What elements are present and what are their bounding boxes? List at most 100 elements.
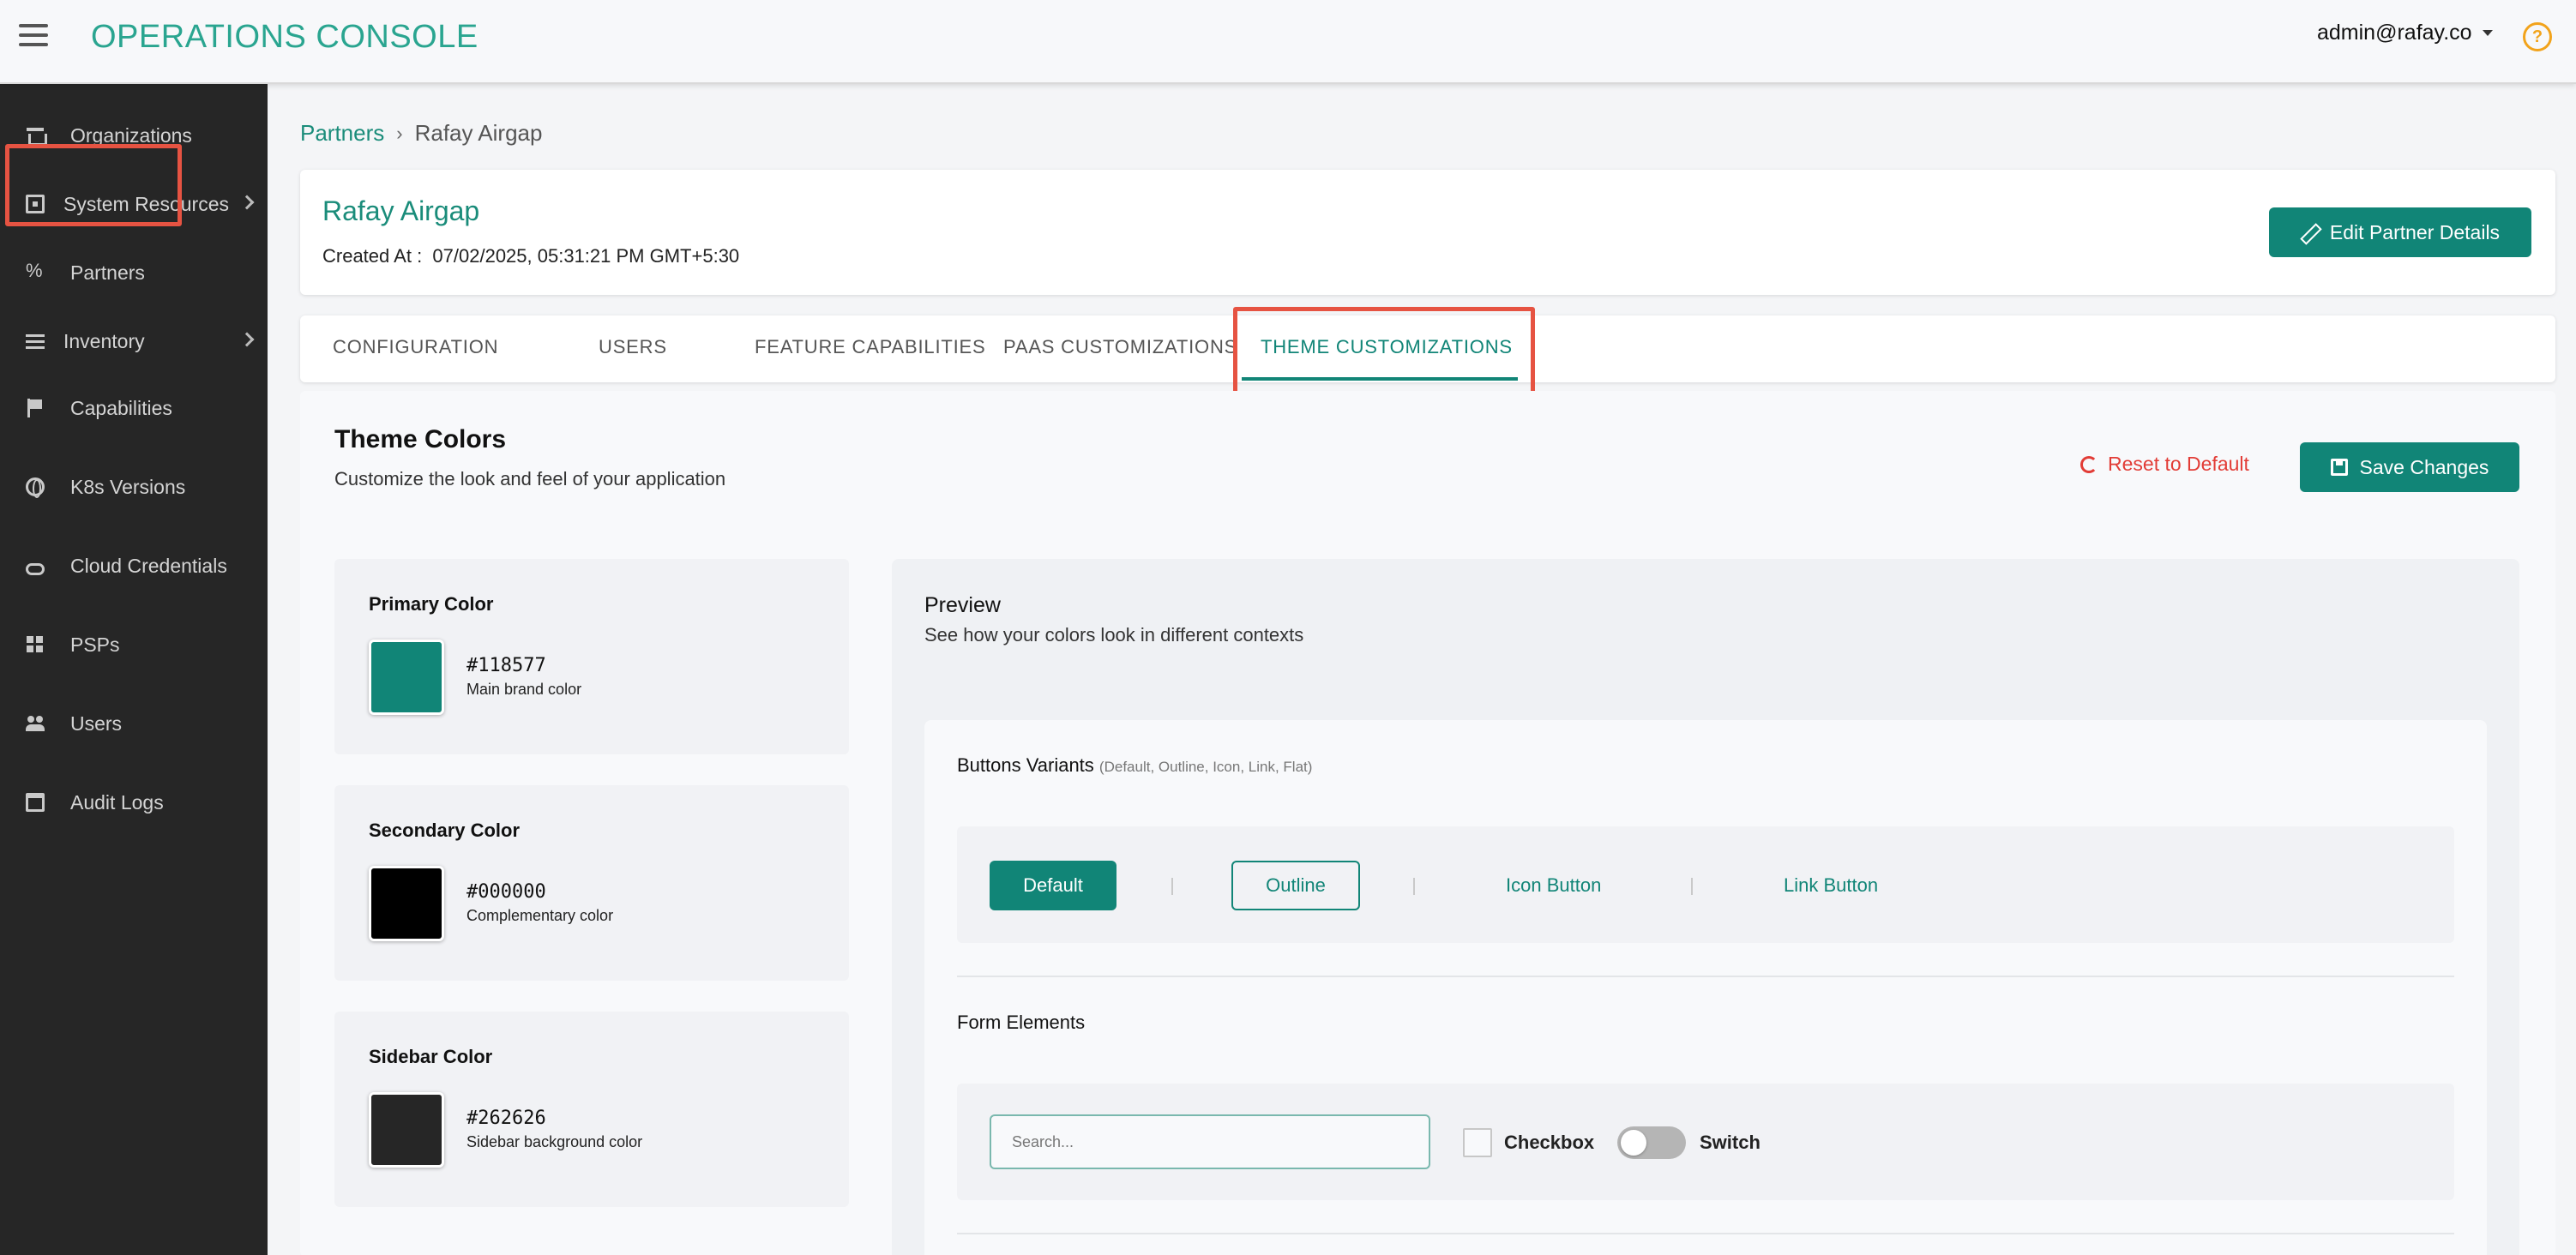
sidebar-item-label: Partners — [70, 261, 145, 284]
refresh-icon — [2080, 455, 2098, 473]
section-divider — [957, 1233, 2454, 1234]
sidebar-item-label: Organizations — [70, 123, 192, 147]
save-changes-button[interactable]: Save Changes — [2300, 442, 2519, 492]
percent-icon — [26, 260, 45, 282]
color-description: Sidebar background color — [466, 1133, 643, 1150]
sidebar-item-label: K8s Versions — [70, 475, 186, 498]
bank-icon — [26, 126, 47, 146]
section-divider — [957, 976, 2454, 977]
checkbox-label: Checkbox — [1504, 1132, 1595, 1153]
chevron-right-icon — [239, 332, 255, 347]
buttons-variants-note: (Default, Outline, Icon, Link, Flat) — [1098, 759, 1313, 775]
checkbox[interactable] — [1463, 1128, 1492, 1157]
created-at: Created At : 07/02/2025, 05:31:21 PM GMT… — [322, 245, 739, 267]
reset-to-default-button[interactable]: Reset to Default — [2080, 453, 2249, 476]
sidebar-item-psps[interactable]: PSPs — [0, 619, 268, 670]
color-hex: #000000 — [466, 881, 546, 903]
sidebar-item-cloud-credentials[interactable]: Cloud Credentials — [0, 540, 268, 591]
user-menu[interactable]: admin@rafay.co — [2317, 21, 2493, 45]
top-bar: OPERATIONS CONSOLE admin@rafay.co ? — [0, 0, 2576, 84]
sidebar-item-partners[interactable]: Partners — [0, 247, 268, 298]
edit-partner-button[interactable]: Edit Partner Details — [2269, 207, 2531, 257]
tab-theme-customizations[interactable]: THEME CUSTOMIZATIONS — [1261, 336, 1513, 358]
default-button[interactable]: Default — [990, 861, 1116, 910]
color-label: Sidebar Color — [369, 1046, 493, 1067]
preview-panel: Preview See how your colors look in diff… — [892, 559, 2519, 1255]
tab-users[interactable]: USERS — [599, 336, 667, 358]
edit-partner-label: Edit Partner Details — [2329, 220, 2501, 243]
separator — [1691, 878, 1693, 895]
grid-icon — [26, 635, 45, 654]
tab-feature-capabilities[interactable]: FEATURE CAPABILITIES — [755, 336, 985, 358]
secondary-color-swatch[interactable] — [369, 866, 444, 941]
chip-icon — [26, 195, 45, 213]
color-hex: #262626 — [466, 1108, 546, 1129]
partner-card: Rafay Airgap Created At : 07/02/2025, 05… — [300, 170, 2555, 295]
cloud-icon — [26, 563, 45, 575]
secondary-color-card: Secondary Color #000000 Complementary co… — [334, 785, 849, 981]
preview-subtitle: See how your colors look in different co… — [924, 624, 1304, 646]
created-at-label: Created At : — [322, 245, 423, 267]
switch-knob — [1621, 1130, 1646, 1156]
sidebar-item-capabilities[interactable]: Capabilities — [0, 382, 268, 434]
sidebar-item-inventory[interactable]: Inventory — [0, 315, 268, 367]
theme-panel: Theme Colors Customize the look and feel… — [300, 391, 2555, 1255]
tab-paas-customizations[interactable]: PAAS CUSTOMIZATIONS — [1003, 336, 1237, 358]
color-description: Complementary color — [466, 907, 614, 924]
help-icon[interactable]: ? — [2523, 22, 2552, 51]
breadcrumb-partners-link[interactable]: Partners — [300, 120, 384, 147]
sidebar-item-label: Audit Logs — [70, 790, 164, 814]
breadcrumb-current: Rafay Airgap — [414, 120, 543, 146]
sidebar-item-organizations[interactable]: Organizations — [0, 110, 268, 161]
list-icon — [26, 332, 45, 351]
preview-title: Preview — [924, 593, 1001, 617]
sidebar-item-users[interactable]: Users — [0, 698, 268, 749]
sidebar-item-system-resources[interactable]: System Resources — [0, 178, 268, 230]
breadcrumb: Partners › Rafay Airgap — [300, 120, 542, 147]
link-button[interactable]: Link Button — [1784, 874, 1878, 897]
caret-down-icon — [2482, 30, 2493, 36]
app-title: OPERATIONS CONSOLE — [91, 19, 478, 55]
theme-subtitle: Customize the look and feel of your appl… — [334, 468, 726, 489]
sidebar-item-label: Inventory — [63, 329, 145, 352]
sidebar-item-label: Cloud Credentials — [70, 554, 227, 577]
outline-button[interactable]: Outline — [1231, 861, 1360, 910]
primary-color-card: Primary Color #118577 Main brand color — [334, 559, 849, 754]
breadcrumb-separator: › — [396, 122, 403, 144]
sidebar: Organizations System Resources Partners … — [0, 84, 268, 1255]
chevron-right-icon — [239, 195, 255, 210]
switch-label: Switch — [1700, 1132, 1760, 1153]
created-at-value: 07/02/2025, 05:31:21 PM GMT+5:30 — [432, 245, 740, 267]
save-icon — [2330, 459, 2348, 476]
color-label: Primary Color — [369, 593, 494, 615]
icon-button[interactable]: Icon Button — [1506, 874, 1601, 897]
sidebar-item-audit-logs[interactable]: Audit Logs — [0, 777, 268, 828]
partner-name: Rafay Airgap — [322, 195, 480, 226]
separator — [1413, 878, 1415, 895]
tab-configuration[interactable]: CONFIGURATION — [333, 336, 498, 358]
sidebar-item-label: PSPs — [70, 633, 120, 656]
sidebar-item-k8s-versions[interactable]: K8s Versions — [0, 461, 268, 513]
preview-content: Buttons Variants (Default, Outline, Icon… — [924, 720, 2487, 1255]
save-label: Save Changes — [2359, 455, 2489, 478]
sidebar-color-card: Sidebar Color #262626 Sidebar background… — [334, 1012, 849, 1207]
form-demo-box: Checkbox Switch — [957, 1084, 2454, 1200]
menu-icon[interactable] — [19, 24, 48, 46]
separator — [1171, 878, 1173, 895]
calendar-icon — [26, 793, 45, 812]
globe-icon — [26, 477, 45, 498]
primary-color-swatch[interactable] — [369, 640, 444, 715]
sidebar-color-swatch[interactable] — [369, 1092, 444, 1168]
switch-toggle[interactable] — [1617, 1126, 1686, 1159]
color-description: Main brand color — [466, 681, 582, 698]
flag-icon — [26, 399, 45, 417]
user-email: admin@rafay.co — [2317, 21, 2472, 45]
color-label: Secondary Color — [369, 820, 521, 841]
sidebar-item-label: Users — [70, 712, 123, 735]
people-icon — [26, 714, 45, 733]
tabs-bar: CONFIGURATION USERS FEATURE CAPABILITIES… — [300, 315, 2555, 382]
buttons-variants-label: Buttons Variants — [957, 754, 1094, 776]
buttons-variants-title: Buttons Variants (Default, Outline, Icon… — [957, 754, 1312, 777]
search-input[interactable] — [990, 1114, 1430, 1169]
color-hex: #118577 — [466, 655, 546, 676]
